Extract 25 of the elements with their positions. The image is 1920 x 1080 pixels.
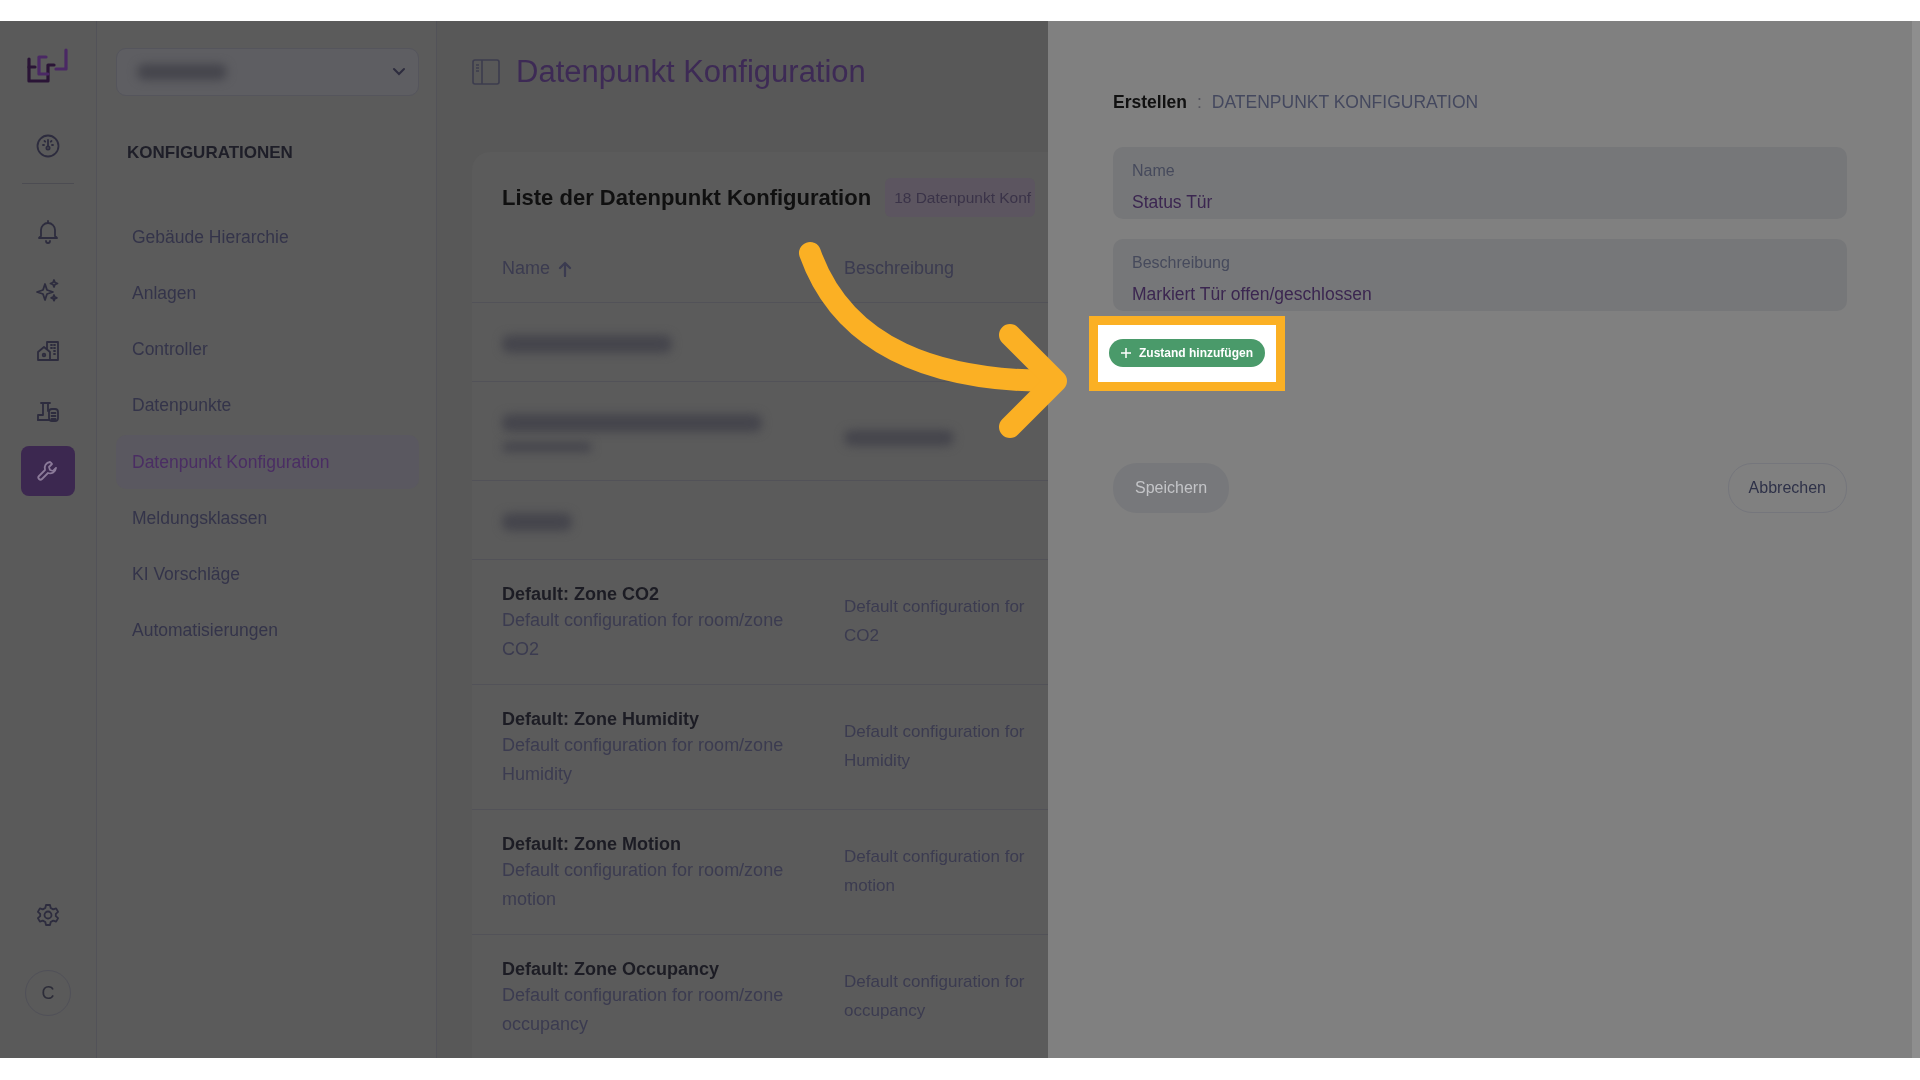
field-value[interactable]: Status Tür (1132, 189, 1828, 216)
section-heading: KONFIGURATIONEN (127, 142, 294, 164)
row-name: Default: Zone CO2 (502, 583, 660, 607)
gauge-icon (35, 133, 61, 159)
add-state-button[interactable]: Zustand hinzufügen (1109, 339, 1265, 368)
workspace-select[interactable] (116, 48, 419, 96)
bell-icon (35, 218, 61, 244)
scrollbar[interactable] (1912, 21, 1920, 1058)
settings-icon (35, 902, 61, 928)
row-name: Default: Zone Motion (502, 833, 682, 857)
chevron-down-icon (392, 67, 406, 77)
breadcrumb-entity: DATENPUNKT KONFIGURATION (1211, 91, 1479, 114)
field-value[interactable]: Markiert Tür offen/geschlossen (1132, 281, 1828, 308)
breadcrumb-separator: : (1196, 91, 1202, 114)
card-title: Liste der Datenpunkt Konfiguration (502, 184, 872, 211)
logo-icon (26, 47, 70, 85)
sidebar-toggle-icon[interactable] (472, 58, 500, 85)
row-name: Default: Zone Humidity (502, 708, 700, 732)
breadcrumb-action: Erstellen (1113, 91, 1187, 114)
nav-rail-button[interactable] (21, 446, 75, 496)
cancel-button[interactable]: Abbrechen (1727, 463, 1847, 514)
row-name: Default: Zone Occupancy (502, 958, 721, 982)
buildings-icon (35, 338, 61, 364)
sparkles-icon (35, 278, 61, 304)
plus-icon (1121, 348, 1131, 359)
